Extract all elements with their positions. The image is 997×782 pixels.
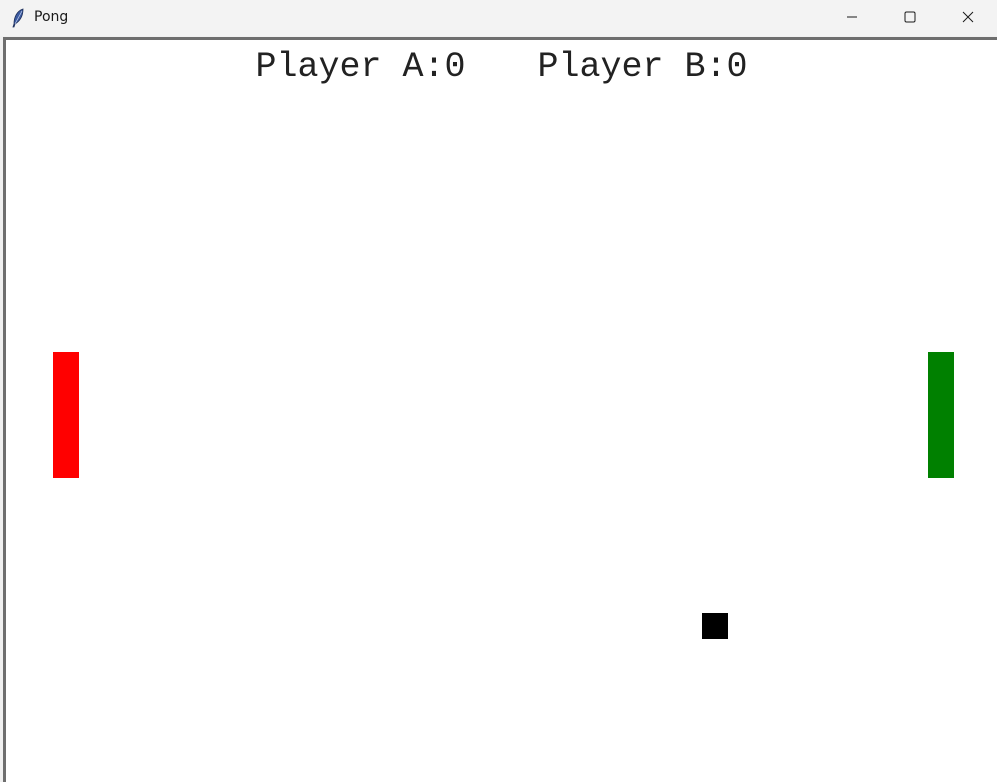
scoreboard: Player A:0 Player B:0 [6, 46, 997, 88]
player-a-score: 0 [444, 47, 466, 87]
minimize-button[interactable] [823, 0, 881, 34]
maximize-icon [904, 11, 916, 23]
ball [702, 613, 728, 639]
pong-window: Pong Player A:0 Player B:0 [0, 0, 997, 782]
minimize-icon [847, 16, 857, 18]
maximize-button[interactable] [881, 0, 939, 34]
game-canvas[interactable]: Player A:0 Player B:0 [6, 40, 997, 782]
close-icon [962, 11, 974, 23]
close-button[interactable] [939, 0, 997, 34]
title-bar[interactable]: Pong [0, 0, 997, 36]
paddle-a [53, 352, 79, 478]
player-b-label: Player B: [537, 47, 727, 87]
feather-icon [12, 8, 24, 28]
paddle-b [928, 352, 954, 478]
player-b-score: 0 [726, 47, 748, 87]
window-title: Pong [34, 9, 69, 25]
player-a-label: Player A: [255, 47, 445, 87]
